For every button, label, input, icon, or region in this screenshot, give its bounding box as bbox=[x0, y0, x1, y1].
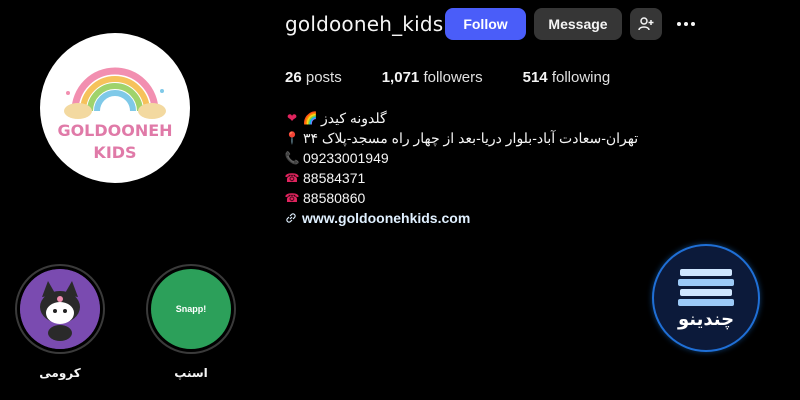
bio-address-line: 📍 تهران-سعادت آباد-بلوار دریا-بعد از چها… bbox=[285, 128, 685, 148]
telephone-icon: ☎ bbox=[284, 171, 300, 185]
highlight-snapp[interactable]: Snapp! اسنپ bbox=[146, 264, 236, 380]
bio-address: تهران-سعادت آباد-بلوار دریا-بعد از چهار … bbox=[303, 130, 639, 146]
badge-text: چندینو bbox=[677, 308, 735, 330]
goldooneh-logo: GOLDOONEH KIDS bbox=[57, 67, 173, 162]
highlight-ring bbox=[15, 264, 105, 354]
bio-website-line: www.goldoonehkids.com bbox=[285, 208, 685, 228]
profile-bio: ❤ 🌈 گلدونه کیدز 📍 تهران-سعادت آباد-بلوار… bbox=[285, 108, 685, 228]
highlight-label: کرومی bbox=[39, 366, 81, 380]
chandino-badge[interactable]: چندینو bbox=[652, 244, 760, 352]
more-dot bbox=[691, 22, 695, 26]
kuromi-image bbox=[20, 269, 100, 349]
followers-stat[interactable]: 1,071 followers bbox=[382, 69, 483, 86]
telephone-icon: ☎ bbox=[284, 191, 300, 205]
heart-icon: ❤ bbox=[286, 111, 298, 125]
more-horizontal-icon bbox=[677, 22, 681, 26]
followers-count: 1,071 bbox=[381, 69, 420, 86]
highlight-kuromi[interactable]: کرومی bbox=[15, 264, 105, 380]
posts-stat: 26 posts bbox=[285, 69, 342, 86]
follow-button[interactable]: Follow bbox=[445, 8, 526, 40]
rainbow-icon: 🌈 bbox=[302, 111, 318, 125]
bio-phone-mobile-line: 📞 09233001949 bbox=[285, 148, 685, 168]
snapp-logo: Snapp! bbox=[151, 269, 231, 349]
profile-avatar[interactable]: GOLDOONEH KIDS bbox=[40, 33, 190, 183]
following-label: following bbox=[551, 69, 611, 86]
website-link[interactable]: www.goldoonehkids.com bbox=[285, 208, 470, 228]
svg-text:KIDS: KIDS bbox=[93, 143, 136, 162]
pin-icon: 📍 bbox=[284, 131, 300, 145]
following-count: 514 bbox=[522, 69, 548, 86]
highlight-ring: Snapp! bbox=[146, 264, 236, 354]
person-add-icon bbox=[638, 17, 654, 31]
following-stat[interactable]: 514 following bbox=[523, 69, 611, 86]
phone-icon: 📞 bbox=[284, 151, 300, 165]
posts-label: posts bbox=[305, 69, 342, 86]
svg-text:GOLDOONEH: GOLDOONEH bbox=[57, 121, 172, 140]
bio-phone-2-line: ☎ 88580860 bbox=[285, 188, 685, 208]
bio-phone-1: 88584371 bbox=[303, 170, 366, 186]
profile-username: goldooneh_kids bbox=[285, 12, 444, 36]
highlight-label: اسنپ bbox=[174, 366, 208, 380]
message-button[interactable]: Message bbox=[534, 8, 622, 40]
stack-icon bbox=[678, 268, 734, 306]
snapp-cover-text: Snapp! bbox=[175, 304, 207, 314]
profile-stats: 26 posts 1,071 followers 514 following bbox=[285, 69, 650, 86]
suggest-accounts-button[interactable] bbox=[630, 8, 662, 40]
more-dot bbox=[684, 22, 688, 26]
bio-phone-1-line: ☎ 88584371 bbox=[285, 168, 685, 188]
bio-name: گلدونه کیدز bbox=[321, 110, 387, 126]
posts-count: 26 bbox=[285, 69, 302, 86]
more-options-button[interactable] bbox=[674, 14, 698, 34]
bio-phone-2: 88580860 bbox=[303, 190, 366, 206]
link-icon bbox=[286, 213, 296, 223]
bio-phone-mobile: 09233001949 bbox=[303, 150, 389, 166]
kuromi-icon bbox=[20, 269, 100, 349]
bio-name-line: ❤ 🌈 گلدونه کیدز bbox=[285, 108, 685, 128]
website-url: www.goldoonehkids.com bbox=[302, 210, 471, 226]
followers-label: followers bbox=[423, 69, 483, 86]
